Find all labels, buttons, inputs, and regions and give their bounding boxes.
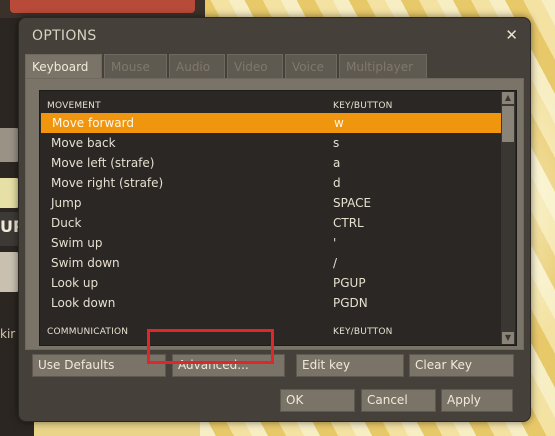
action-label: Swim up [51,236,103,250]
tab-multiplayer[interactable]: Multiplayer [339,54,427,78]
key-label: ' [333,236,337,250]
scroll-down-arrow-icon[interactable]: ▼ [502,332,514,344]
tab-mouse[interactable]: Mouse [104,54,167,78]
key-binding-list: MOVEMENT KEY/BUTTON Move forward w Move … [39,90,517,346]
close-icon[interactable]: ✕ [505,26,518,44]
edit-key-button[interactable]: Edit key [296,354,404,377]
clear-key-button[interactable]: Clear Key [409,354,514,377]
background-side-button [0,128,20,162]
header-key: KEY/BUTTON [333,327,393,337]
background-side-button [0,178,20,208]
key-label: w [334,116,344,130]
action-label: Move left (strafe) [51,156,155,170]
options-dialog: OPTIONS ✕ Keyboard Mouse Audio Video Voi… [18,17,531,422]
key-label: PGDN [333,296,368,310]
tab-bar: Keyboard Mouse Audio Video Voice Multipl… [25,54,429,79]
tab-video[interactable]: Video [227,54,283,78]
list-item[interactable]: Move forward w [41,113,501,133]
key-label: CTRL [333,216,364,230]
cancel-button[interactable]: Cancel [361,389,436,412]
apply-button[interactable]: Apply [441,389,513,412]
header-key: KEY/BUTTON [333,101,393,111]
header-action: COMMUNICATION [47,327,129,337]
keyboard-panel: MOVEMENT KEY/BUTTON Move forward w Move … [25,78,524,350]
advanced-highlight-box [147,329,274,364]
background-red-tab [10,0,195,13]
list-scrollbar[interactable]: ▲ ▼ [501,92,515,344]
action-label: Move right (strafe) [51,176,164,190]
list-item[interactable]: Duck CTRL [40,213,502,233]
key-label: / [333,256,338,270]
key-label: d [333,176,341,190]
list-item[interactable]: Move right (strafe) d [40,173,502,193]
background-side-text: kir [0,327,16,341]
key-label: s [333,136,340,150]
action-label: Move back [51,136,116,150]
action-label: Swim down [51,256,120,270]
scroll-thumb[interactable] [502,106,514,142]
list-header: MOVEMENT KEY/BUTTON [40,91,502,113]
list-item[interactable]: Move left (strafe) a [40,153,502,173]
action-label: Duck [51,216,82,230]
dialog-title: OPTIONS [32,28,97,44]
scroll-up-arrow-icon[interactable]: ▲ [502,92,514,104]
use-defaults-button[interactable]: Use Defaults [32,354,166,377]
key-label: PGUP [333,276,366,290]
action-label: Look down [51,296,116,310]
key-label: SPACE [333,196,372,210]
list-item[interactable]: Swim up ' [40,233,502,253]
action-label: Move forward [52,116,135,130]
tab-audio[interactable]: Audio [169,54,225,78]
tab-keyboard[interactable]: Keyboard [25,54,102,79]
list-item[interactable]: Swim down / [40,253,502,273]
background-side-button [0,252,20,292]
tab-voice[interactable]: Voice [285,54,337,78]
header-action: MOVEMENT [47,101,101,111]
action-label: Jump [51,196,82,210]
ok-button[interactable]: OK [280,389,355,412]
list-item[interactable]: Look down PGDN [40,293,502,313]
list-item[interactable]: Move back s [40,133,502,153]
list-item[interactable]: Jump SPACE [40,193,502,213]
list-item[interactable]: Look up PGUP [40,273,502,293]
key-label: a [333,156,341,170]
action-label: Look up [51,276,99,290]
